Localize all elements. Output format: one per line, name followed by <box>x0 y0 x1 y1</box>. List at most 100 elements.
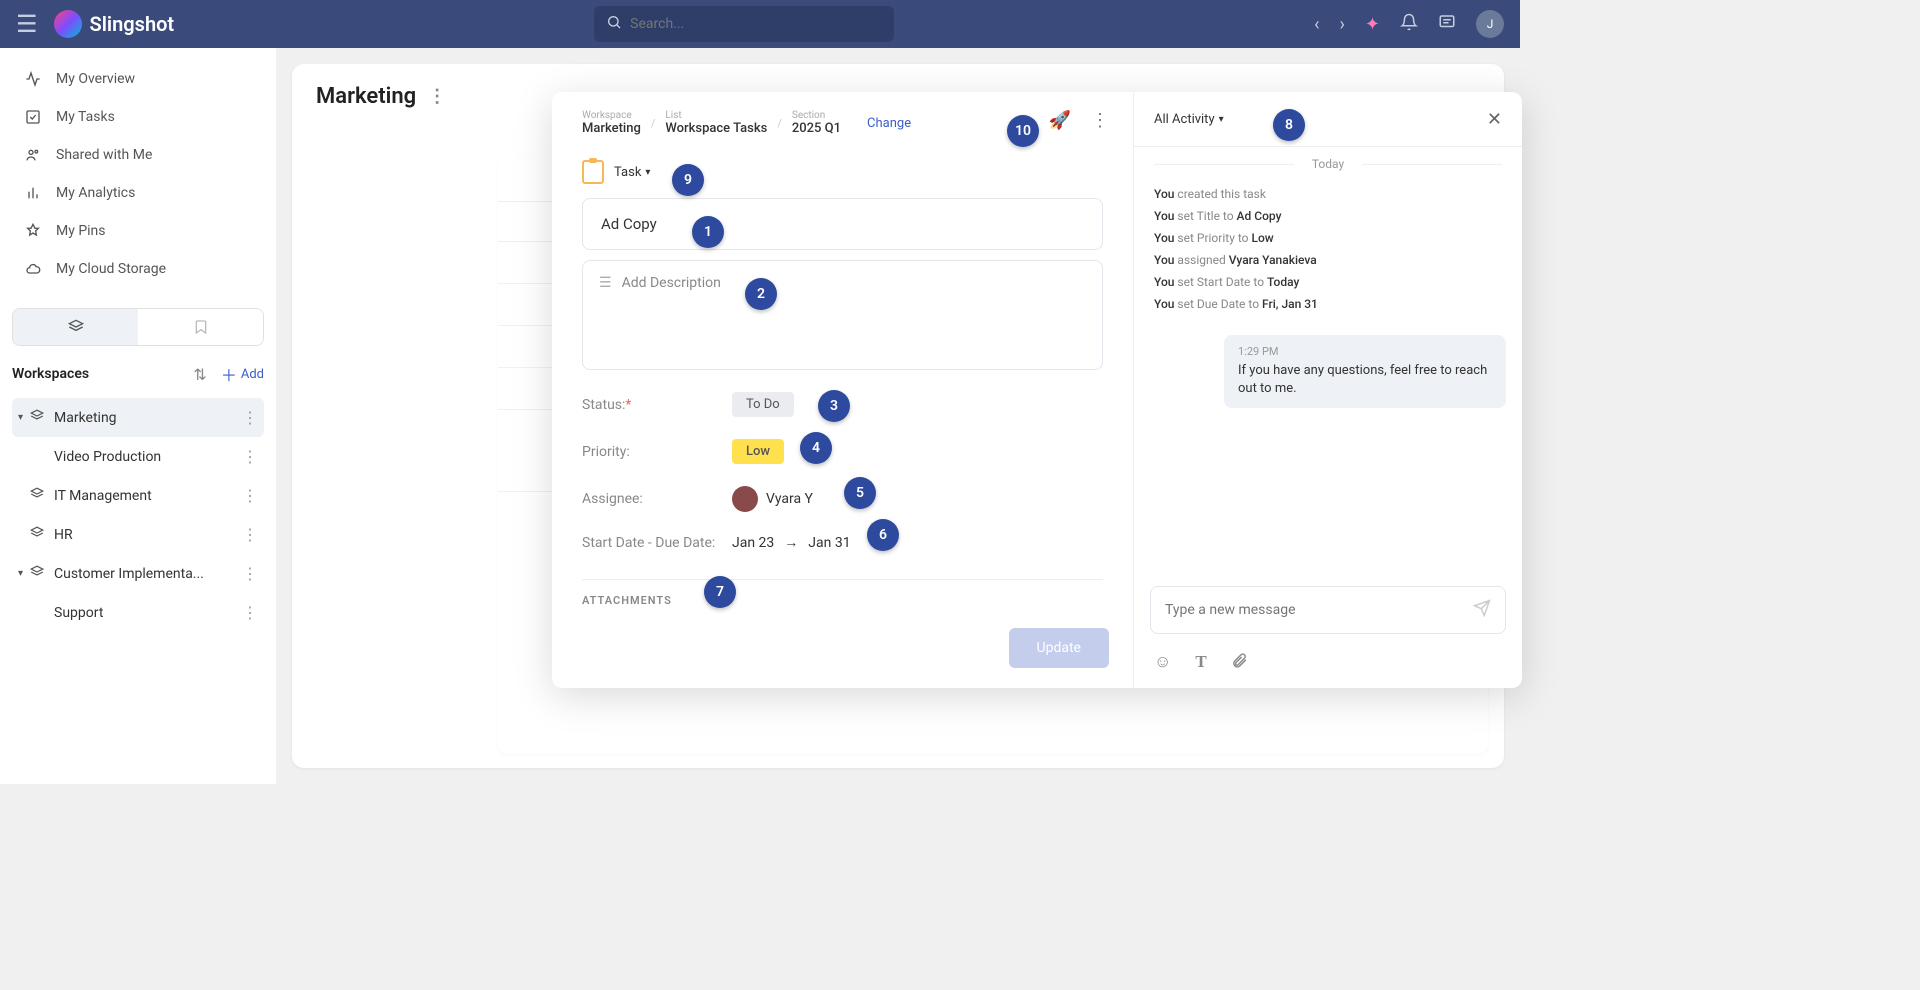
layers-icon <box>30 526 44 544</box>
nav-pins[interactable]: My Pins <box>12 212 264 250</box>
bell-icon[interactable] <box>1400 13 1418 36</box>
change-link[interactable]: Change <box>867 116 911 131</box>
sort-icon[interactable]: ⇅ <box>193 365 206 384</box>
sparkle-icon[interactable]: ✦ <box>1365 14 1380 35</box>
activity-feed: You created this task You set Title to A… <box>1134 181 1522 325</box>
more-icon[interactable]: ⋮ <box>1091 110 1109 131</box>
arrow-right-icon: → <box>784 534 798 551</box>
activity-line: You set Title to Ad Copy <box>1154 209 1502 223</box>
update-button[interactable]: Update <box>1009 628 1109 668</box>
workspaces-title: Workspaces <box>12 366 89 382</box>
more-icon[interactable]: ⋮ <box>242 525 258 544</box>
comment-text: If you have any questions, feel free to … <box>1238 362 1492 398</box>
toggle-layers[interactable] <box>13 309 138 345</box>
badge-2: 2 <box>745 278 777 310</box>
assignee-field: Assignee: Vyara Y <box>582 486 1103 512</box>
task-description-input[interactable]: ☰ Add Description <box>582 260 1103 370</box>
search-input[interactable] <box>630 16 882 32</box>
assignee-value[interactable]: Vyara Y <box>732 486 813 512</box>
activity-icon <box>24 70 42 88</box>
date-value[interactable]: Jan 23 → Jan 31 <box>732 534 851 551</box>
send-icon[interactable] <box>1473 599 1491 622</box>
status-value[interactable]: To Do <box>732 392 794 417</box>
user-avatar[interactable]: J <box>1476 10 1504 38</box>
bc-section-label: Section <box>792 110 841 121</box>
workspace-label: HR <box>54 527 242 543</box>
text-format-icon[interactable]: T <box>1195 652 1206 674</box>
nav-my-tasks[interactable]: My Tasks <box>12 98 264 136</box>
message-field[interactable] <box>1165 602 1473 618</box>
badge-9: 9 <box>672 164 704 196</box>
workspace-child-support[interactable]: Support ⋮ <box>12 593 264 632</box>
nav-forward-icon[interactable]: › <box>1340 14 1345 35</box>
rocket-icon[interactable]: 🚀 <box>1049 110 1071 131</box>
nav-label: My Cloud Storage <box>56 261 166 277</box>
sidebar-toggle <box>12 308 264 346</box>
chevron-down-icon: ▾ <box>18 412 30 423</box>
task-type-label: Task <box>614 165 641 180</box>
chat-icon[interactable] <box>1438 13 1456 36</box>
more-icon[interactable]: ⋮ <box>242 603 258 622</box>
task-type-selector[interactable]: Task ▾ <box>582 160 1103 184</box>
users-icon <box>24 146 42 164</box>
bc-list[interactable]: Workspace Tasks <box>665 121 767 136</box>
nav-label: My Tasks <box>56 109 115 125</box>
badge-5: 5 <box>844 477 876 509</box>
nav-my-overview[interactable]: My Overview <box>12 60 264 98</box>
attach-icon[interactable] <box>1231 652 1248 674</box>
check-square-icon <box>24 108 42 126</box>
more-icon[interactable]: ⋮ <box>428 86 446 107</box>
badge-1: 1 <box>692 216 724 248</box>
message-input[interactable] <box>1150 586 1506 634</box>
more-icon[interactable]: ⋮ <box>242 447 258 466</box>
bc-workspace[interactable]: Marketing <box>582 121 641 136</box>
date-label: Start Date - Due Date: <box>582 535 732 551</box>
bc-section[interactable]: 2025 Q1 <box>792 121 841 136</box>
clipboard-icon <box>582 160 604 184</box>
layers-icon <box>30 409 44 427</box>
priority-value[interactable]: Low <box>732 439 784 464</box>
workspace-child-video[interactable]: Video Production ⋮ <box>12 437 264 476</box>
toggle-bookmark[interactable] <box>138 309 263 345</box>
activity-filter-dropdown[interactable]: All Activity▾ <box>1154 112 1224 127</box>
topbar: ☰ Slingshot ‹ › ✦ J <box>0 0 1520 48</box>
badge-8: 8 <box>1273 109 1305 141</box>
nav-label: My Analytics <box>56 185 135 201</box>
nav-shared[interactable]: Shared with Me <box>12 136 264 174</box>
close-icon[interactable]: ✕ <box>1487 109 1502 130</box>
comment-time: 1:29 PM <box>1238 345 1492 358</box>
more-icon[interactable]: ⋮ <box>242 564 258 583</box>
bc-list-label: List <box>665 110 767 121</box>
workspace-it[interactable]: IT Management ⋮ <box>12 476 264 515</box>
nav-back-icon[interactable]: ‹ <box>1314 14 1319 35</box>
nav-label: Shared with Me <box>56 147 152 163</box>
workspace-label: Marketing <box>54 410 242 426</box>
comment-bubble: 1:29 PM If you have any questions, feel … <box>1224 335 1506 408</box>
message-toolbar: ☺ T <box>1154 652 1248 674</box>
assignee-label: Assignee: <box>582 491 732 507</box>
sidebar: My Overview My Tasks Shared with Me My A… <box>0 48 276 784</box>
workspace-marketing[interactable]: ▾ Marketing ⋮ <box>12 398 264 437</box>
activity-today-marker: Today <box>1134 147 1522 181</box>
emoji-icon[interactable]: ☺ <box>1154 652 1171 674</box>
nav-analytics[interactable]: My Analytics <box>12 174 264 212</box>
workspace-hr[interactable]: HR ⋮ <box>12 515 264 554</box>
task-title-input[interactable]: Ad Copy <box>582 198 1103 250</box>
activity-line: You set Start Date to Today <box>1154 275 1502 289</box>
bar-chart-icon <box>24 184 42 202</box>
more-icon[interactable]: ⋮ <box>242 486 258 505</box>
badge-3: 3 <box>818 390 850 422</box>
menu-icon[interactable]: ☰ <box>16 10 38 38</box>
activity-line: You set Due Date to Fri, Jan 31 <box>1154 297 1502 311</box>
add-workspace-button[interactable]: ＋Add <box>221 362 264 386</box>
nav-cloud[interactable]: My Cloud Storage <box>12 250 264 288</box>
search-box[interactable] <box>594 6 894 42</box>
workspaces-header: Workspaces ⇅ ＋Add <box>12 358 264 398</box>
workspace-customer[interactable]: ▾ Customer Implementa... ⋮ <box>12 554 264 593</box>
cloud-icon <box>24 260 42 278</box>
chevron-down-icon: ▾ <box>645 167 650 178</box>
attachments-label: ATTACHMENTS <box>582 579 1103 607</box>
more-icon[interactable]: ⋮ <box>242 408 258 427</box>
search-icon <box>606 14 622 34</box>
badge-6: 6 <box>867 519 899 551</box>
